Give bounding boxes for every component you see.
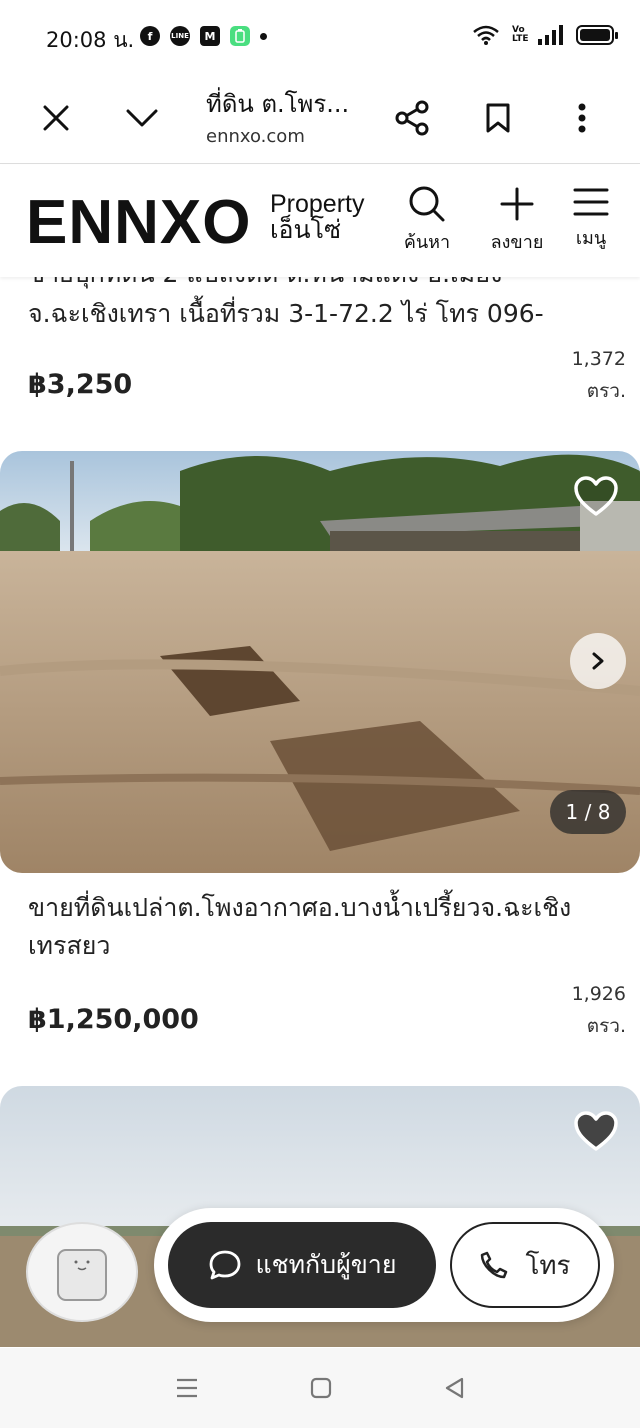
next-image-button[interactable] [570, 633, 626, 689]
site-logo[interactable]: ENNXO [26, 187, 251, 258]
battery-icon [576, 25, 618, 45]
search-icon [409, 186, 445, 222]
site-header: ENNXO Property เอ็นโซ่ ค้นหา ลงขาย เมนู [0, 165, 640, 277]
line-icon: LINE [170, 26, 190, 46]
close-icon [43, 105, 69, 131]
listing-title[interactable]: ขายที่ดินเปล่าต.โพงอากาศอ.บางน้ำเปรี้ยวจ… [28, 889, 618, 965]
plus-icon [500, 187, 534, 221]
favorite-button[interactable] [572, 1108, 620, 1156]
area-value: 1,926 [571, 983, 626, 1005]
battery-saver-icon [230, 26, 250, 46]
logo-sub-line1: Property [270, 190, 365, 218]
browser-toolbar: ที่ดิน ต.โพร... ennxo.com [0, 72, 640, 164]
logo-sub-line2: เอ็นโซ่ [270, 216, 342, 244]
call-button[interactable]: โทร [450, 1222, 600, 1308]
call-label: โทร [525, 1250, 571, 1281]
listing-image[interactable]: 1 / 8 [0, 451, 640, 873]
listing-area: 1,372 ตรว. [572, 343, 626, 407]
bookmark-icon [486, 103, 510, 133]
hamburger-icon [573, 188, 609, 216]
facebook-icon: f [140, 26, 160, 46]
listing-price: ฿3,250 [28, 369, 133, 400]
seller-avatar[interactable] [26, 1222, 138, 1322]
listing-title-line1: ขายที่ดินเปล่าต.โพงอากาศอ.บางน้ำเปรี้ยวจ… [28, 893, 572, 922]
listing-feed: ขายบุกที่ดิน 2 แปลงติด ต.หนามแดง อ.เมือง… [0, 277, 640, 1347]
system-nav-bar [0, 1348, 640, 1428]
bookmark-button[interactable] [470, 90, 526, 146]
close-tab-button[interactable] [28, 90, 84, 146]
share-icon [395, 100, 429, 136]
post-listing-button[interactable]: ลงขาย [482, 185, 552, 256]
chat-bubble-icon [209, 1250, 240, 1280]
phone-icon [481, 1251, 508, 1279]
collapse-button[interactable] [114, 90, 170, 146]
page-title: ที่ดิน ต.โพร... [206, 90, 350, 118]
image-counter: 1 / 8 [550, 790, 626, 834]
home-icon[interactable] [309, 1376, 333, 1400]
listing-title-line2: เทรสยว [28, 931, 111, 960]
chevron-down-icon [126, 109, 158, 127]
recent-apps-icon[interactable] [175, 1377, 199, 1399]
status-time: 20:08 น. [46, 28, 135, 52]
site-logo-subtitle: Property เอ็นโซ่ [270, 191, 364, 243]
seller-avatar-icon [57, 1249, 107, 1301]
listing-title-partial[interactable]: ขายบุกที่ดิน 2 แปลงติด ต.หนามแดง อ.เมือง [28, 277, 618, 293]
signal-icon [538, 25, 563, 45]
dot-icon [260, 32, 267, 40]
heart-filled-icon [574, 1111, 618, 1151]
more-vertical-icon [578, 103, 586, 133]
chat-label: แชทกับผู้ขาย [255, 1250, 397, 1279]
back-icon[interactable] [443, 1376, 465, 1400]
area-unit: ตรว. [586, 1015, 626, 1037]
notification-icons: f LINE M [140, 26, 267, 46]
wifi-icon [473, 25, 499, 45]
search-label: ค้นหา [403, 232, 451, 253]
more-options-button[interactable] [554, 90, 610, 146]
listing-area: 1,926 ตรว. [572, 978, 626, 1042]
page-url[interactable]: ennxo.com [206, 126, 305, 147]
land-photo [0, 451, 640, 873]
listing-price: ฿1,250,000 [28, 1004, 199, 1035]
chevron-right-icon [592, 652, 604, 670]
heart-outline-icon [574, 476, 618, 516]
area-value: 1,372 [571, 348, 626, 370]
listing-title[interactable]: จ.ฉะเชิงเทรา เนื้อที่รวม 3-1-72.2 ไร่ โท… [28, 295, 618, 333]
menu-button[interactable]: เมนู [556, 185, 626, 252]
system-icons: Vo LTE [472, 24, 618, 46]
status-bar: 20:08 น. f LINE M Vo LTE [0, 0, 640, 72]
share-button[interactable] [384, 90, 440, 146]
area-unit: ตรว. [586, 380, 626, 402]
gmail-icon: M [200, 26, 220, 46]
favorite-button[interactable] [572, 473, 620, 521]
post-label: ลงขาย [490, 232, 544, 253]
chat-with-seller-button[interactable]: แชทกับผู้ขาย [168, 1222, 436, 1308]
volte-icon: Vo LTE [512, 25, 529, 44]
search-button[interactable]: ค้นหา [392, 185, 462, 256]
contact-action-bar: แชทกับผู้ขาย โทร [154, 1208, 614, 1322]
menu-label: เมนู [575, 228, 607, 249]
